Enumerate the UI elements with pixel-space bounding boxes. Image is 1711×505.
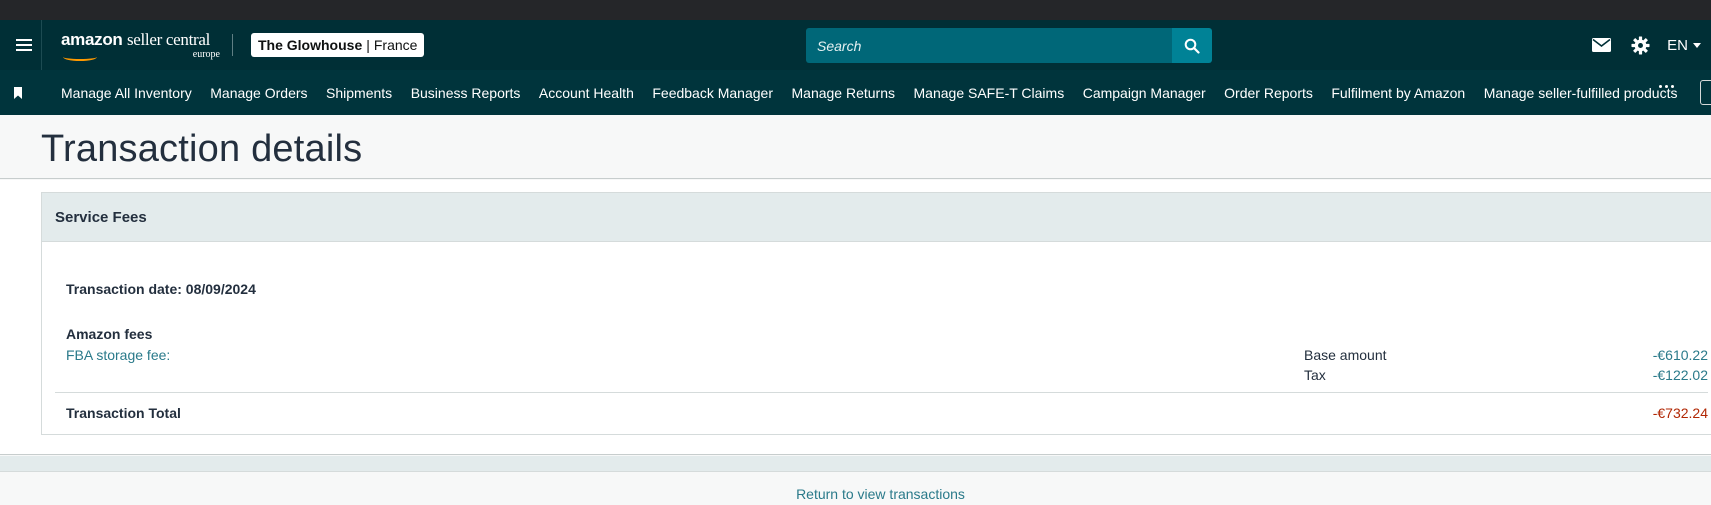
nav-item-feedback-manager[interactable]: Feedback Manager <box>652 85 773 101</box>
nav-item-fulfilment-by-amazon[interactable]: Fulfilment by Amazon <box>1331 85 1465 101</box>
nav-item-manage-returns[interactable]: Manage Returns <box>792 85 896 101</box>
card-title: Service Fees <box>55 208 147 226</box>
nav-edit-button[interactable] <box>1700 80 1711 105</box>
nav-item-manage-orders[interactable]: Manage Orders <box>210 85 307 101</box>
bookmark-icon[interactable] <box>0 70 36 115</box>
fees-heading: Amazon fees <box>66 326 153 342</box>
logo-product: seller central <box>126 29 211 49</box>
mail-icon[interactable] <box>1592 38 1612 52</box>
service-fees-card: Service Fees Transaction date: 08/09/202… <box>41 192 1711 435</box>
nav-item-business-reports[interactable]: Business Reports <box>411 85 521 101</box>
return-to-transactions-link[interactable]: Return to view transactions <box>0 486 1711 502</box>
header-divider <box>232 34 233 56</box>
base-amount-label: Base amount <box>1304 347 1387 363</box>
page-header: Transaction details <box>0 115 1711 179</box>
page-title: Transaction details <box>41 128 363 170</box>
gear-icon[interactable] <box>1631 35 1650 55</box>
store-separator: | <box>366 37 370 53</box>
search-button[interactable] <box>1172 28 1212 63</box>
header-utilities: EN <box>1592 20 1711 70</box>
footer-band <box>0 456 1711 472</box>
search-bar <box>806 28 1212 63</box>
more-options-icon[interactable] <box>1659 85 1674 88</box>
search-icon <box>1184 38 1200 54</box>
footer-area: Return to view transactions <box>0 473 1711 505</box>
transaction-total-label: Transaction Total <box>66 405 181 421</box>
logo-smile-icon <box>63 53 97 61</box>
nav-item-order-reports[interactable]: Order Reports <box>1224 85 1313 101</box>
chevron-down-icon <box>1693 42 1701 48</box>
nav-item-manage-seller-fulfilled-products[interactable]: Manage seller-fulfilled products <box>1484 85 1678 101</box>
nav-item-shipments[interactable]: Shipments <box>326 85 392 101</box>
nav-items: Manage All Inventory Manage Orders Shipm… <box>61 85 1696 101</box>
nav-item-manage-safe-t-claims[interactable]: Manage SAFE-T Claims <box>914 85 1065 101</box>
language-selector[interactable]: EN <box>1667 37 1701 54</box>
base-amount-value: -€610.22 <box>1652 347 1708 363</box>
transaction-total-value: -€732.24 <box>1652 405 1708 421</box>
nav-item-campaign-manager[interactable]: Campaign Manager <box>1083 85 1206 101</box>
tax-value: -€122.02 <box>1652 367 1708 383</box>
store-switcher[interactable]: The Glowhouse | France <box>251 33 425 57</box>
fba-storage-fee-link[interactable]: FBA storage fee: <box>66 347 170 363</box>
seller-central-logo[interactable]: amazon seller central europe <box>61 20 226 70</box>
top-header: amazon seller central europe The Glowhou… <box>0 20 1711 70</box>
total-divider <box>55 392 1708 393</box>
nav-item-manage-all-inventory[interactable]: Manage All Inventory <box>61 85 192 101</box>
transaction-date: Transaction date: 08/09/2024 <box>66 281 256 297</box>
tax-label: Tax <box>1304 367 1326 383</box>
store-name: The Glowhouse <box>258 37 363 53</box>
store-marketplace: France <box>373 37 418 53</box>
menu-icon[interactable] <box>6 20 42 70</box>
logo-brand: amazon <box>61 29 123 49</box>
language-label: EN <box>1667 36 1688 54</box>
system-top-bar <box>0 0 1711 20</box>
card-header: Service Fees <box>42 193 1711 242</box>
nav-item-account-health[interactable]: Account Health <box>539 85 634 101</box>
search-input[interactable] <box>806 28 1172 63</box>
shortcut-navbar: Manage All Inventory Manage Orders Shipm… <box>0 70 1711 115</box>
